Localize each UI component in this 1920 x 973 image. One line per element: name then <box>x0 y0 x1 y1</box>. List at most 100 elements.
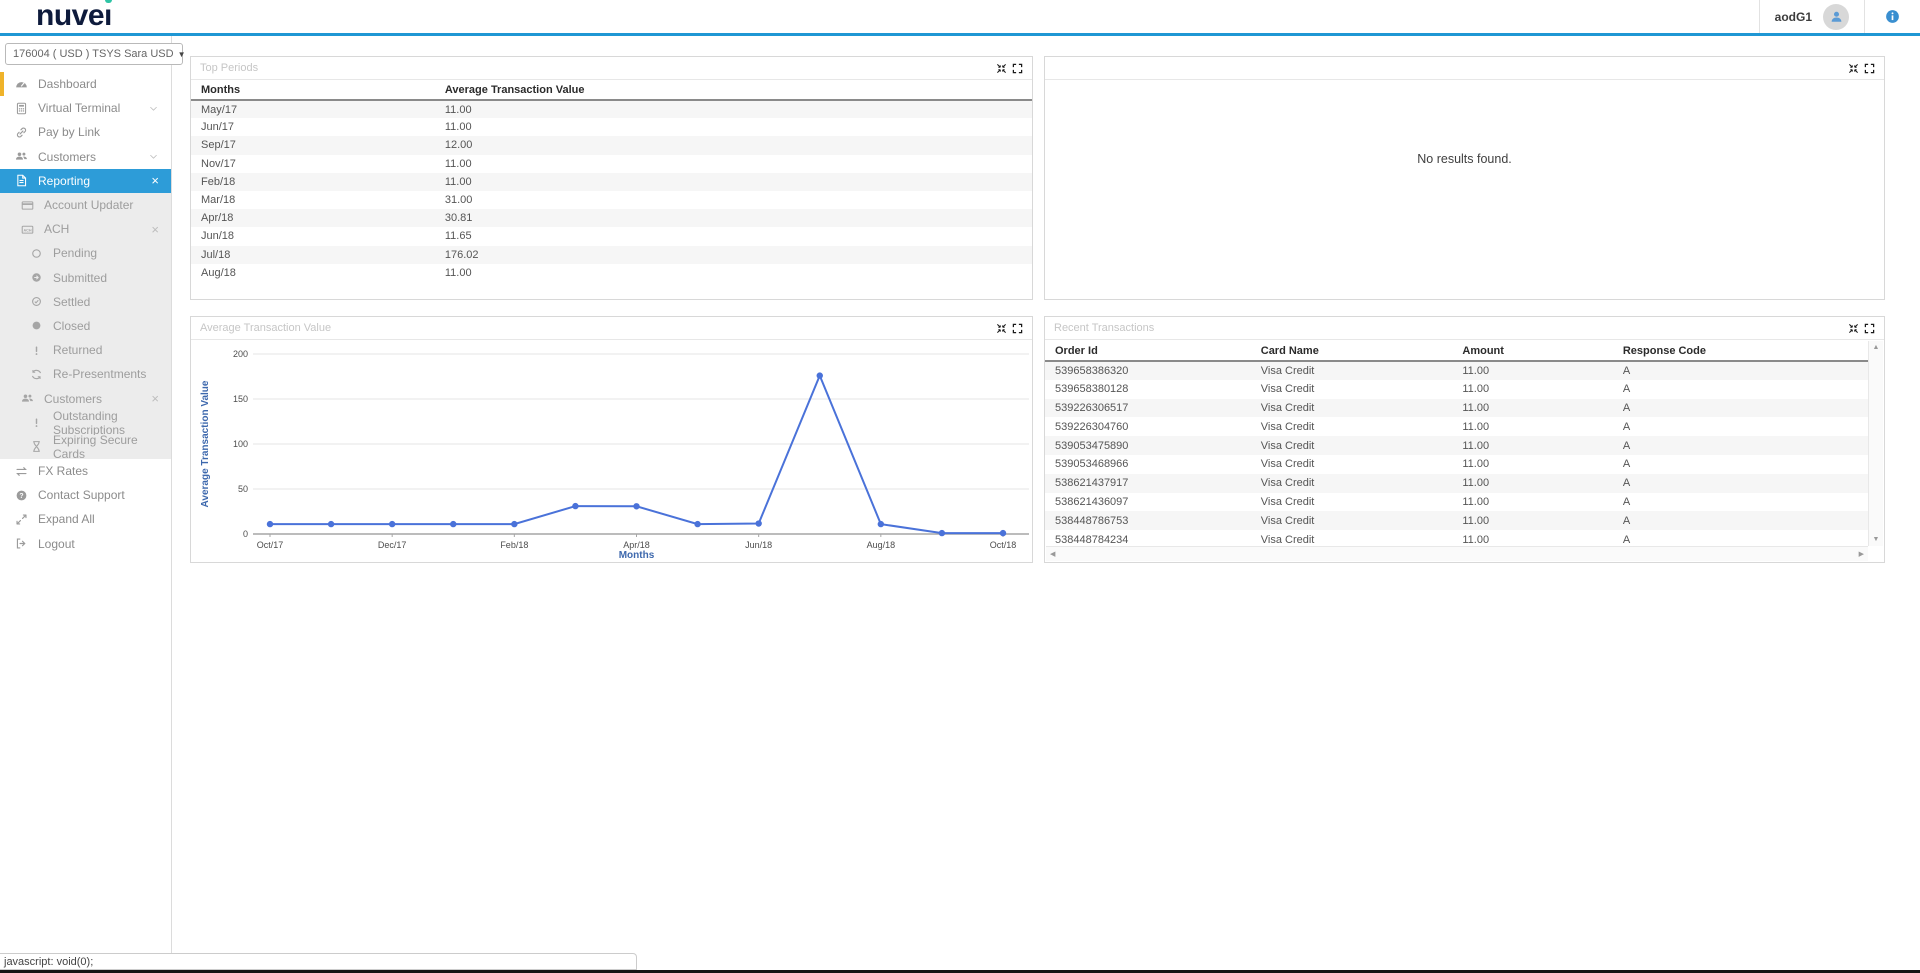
panel-header-icons <box>996 63 1023 74</box>
cell: A <box>1613 417 1868 436</box>
collapse-icon[interactable] <box>996 63 1007 74</box>
browser-status-tooltip: javascript: void(0); <box>0 953 637 970</box>
close-icon[interactable]: × <box>151 174 159 187</box>
scroll-up-icon[interactable]: ▲ <box>1873 344 1880 351</box>
sidebar-item-returned[interactable]: Returned <box>0 338 171 362</box>
table-row[interactable]: 539658380128Visa Credit11.00A <box>1045 380 1868 399</box>
cell: A <box>1613 511 1868 530</box>
reporting-icon <box>13 174 29 187</box>
sidebar-item-closed[interactable]: Closed <box>0 314 171 338</box>
cell: 11.00 <box>1452 493 1612 512</box>
sidebar-item-virtual-terminal[interactable]: Virtual Terminal <box>0 96 171 120</box>
cell: 11.65 <box>435 227 1032 245</box>
cell: Visa Credit <box>1251 380 1453 399</box>
sidebar-item-pending[interactable]: Pending <box>0 241 171 265</box>
sidebar-item-logout[interactable]: Logout <box>0 532 171 556</box>
table-row[interactable]: 539658386320Visa Credit11.00A <box>1045 361 1868 380</box>
sidebar-item-fx-rates[interactable]: FX Rates <box>0 459 171 483</box>
panel-header-icons <box>1848 63 1875 74</box>
info-button[interactable] <box>1865 0 1920 33</box>
scroll-right-icon[interactable]: ▶ <box>1859 550 1864 558</box>
top-periods-table: MonthsAverage Transaction Value May/1711… <box>191 80 1032 282</box>
table-row: Sep/1712.00 <box>191 136 1032 154</box>
cell: 176.02 <box>435 246 1032 264</box>
cell: Visa Credit <box>1251 511 1453 530</box>
collapse-icon[interactable] <box>1848 323 1859 334</box>
cell: 539226306517 <box>1045 399 1251 418</box>
top-periods-panel: Top Periods MonthsAverage Transaction Va… <box>190 56 1033 300</box>
sidebar-item-label: Customers <box>38 150 96 164</box>
table-row[interactable]: 539226304760Visa Credit11.00A <box>1045 417 1868 436</box>
cell: 539658386320 <box>1045 361 1251 380</box>
table-row[interactable]: 538621437917Visa Credit11.00A <box>1045 474 1868 493</box>
cell: Apr/18 <box>191 209 435 227</box>
sidebar-item-settled[interactable]: Settled <box>0 290 171 314</box>
sidebar-item-label: Submitted <box>53 271 107 285</box>
svg-text:0: 0 <box>243 529 248 539</box>
cell: Visa Credit <box>1251 493 1453 512</box>
sidebar-item-customers[interactable]: Customers × <box>0 386 171 410</box>
expand-icon[interactable] <box>1012 63 1023 74</box>
expiring-secure-cards-icon <box>28 440 44 453</box>
sidebar-item-expand-all[interactable]: Expand All <box>0 507 171 531</box>
cell: 539053475890 <box>1045 436 1251 455</box>
table-row[interactable]: 539226306517Visa Credit11.00A <box>1045 399 1868 418</box>
table-row[interactable]: 539053475890Visa Credit11.00A <box>1045 436 1868 455</box>
sidebar-item-reporting[interactable]: Reporting× <box>0 169 171 193</box>
cell: 11.00 <box>435 264 1032 282</box>
merchant-select[interactable]: 176004 ( USD ) TSYS Sara USD ▼ <box>5 43 183 65</box>
sidebar-item-label: Account Updater <box>44 198 133 212</box>
sidebar-item-label: Virtual Terminal <box>38 101 120 115</box>
empty-results-panel: No results found. <box>1044 56 1885 300</box>
svg-text:Months: Months <box>619 550 655 561</box>
chevron-down-icon[interactable] <box>148 103 159 114</box>
scroll-down-icon[interactable]: ▼ <box>1873 536 1880 543</box>
horizontal-scrollbar[interactable]: ◀ ▶ <box>1046 546 1868 561</box>
sidebar-item-account-updater[interactable]: Account Updater <box>0 193 171 217</box>
cell: 538448786753 <box>1045 511 1251 530</box>
sidebar-item-label: Settled <box>53 295 90 309</box>
expand-icon[interactable] <box>1012 323 1023 334</box>
panel-header: Recent Transactions <box>1045 317 1884 340</box>
close-icon[interactable]: × <box>151 392 159 405</box>
logout-icon <box>13 537 29 550</box>
cell: 538621436097 <box>1045 493 1251 512</box>
table-row[interactable]: 539053468966Visa Credit11.00A <box>1045 455 1868 474</box>
sidebar-item-ach[interactable]: ACHACH× <box>0 217 171 241</box>
vertical-scrollbar[interactable]: ▲ ▼ <box>1868 341 1883 546</box>
ach-icon: ACH <box>19 223 35 236</box>
caret-down-icon: ▼ <box>178 50 186 59</box>
sidebar-item-pay-by-link[interactable]: Pay by Link <box>0 120 171 144</box>
expand-icon[interactable] <box>1864 323 1875 334</box>
cell: A <box>1613 399 1868 418</box>
sidebar-item-label: Dashboard <box>38 77 97 91</box>
panel-header: Top Periods <box>191 57 1032 80</box>
chevron-down-icon[interactable] <box>148 151 159 162</box>
collapse-icon[interactable] <box>996 323 1007 334</box>
sidebar-item-submitted[interactable]: Submitted <box>0 266 171 290</box>
collapse-icon[interactable] <box>1848 63 1859 74</box>
virtual-terminal-icon <box>13 102 29 115</box>
sidebar-item-label: Customers <box>44 392 102 406</box>
sidebar-item-dashboard[interactable]: Dashboard <box>0 72 171 96</box>
table-row[interactable]: 538448784234Visa Credit11.00A <box>1045 530 1868 546</box>
expand-all-icon <box>13 513 29 526</box>
expand-icon[interactable] <box>1864 63 1875 74</box>
recent-transactions-table-wrap: Order IdCard NameAmountResponse Code 539… <box>1045 341 1868 546</box>
table-row[interactable]: 538621436097Visa Credit11.00A <box>1045 493 1868 512</box>
topbar-right: aodG1 <box>1759 0 1920 33</box>
cell: 11.00 <box>1452 530 1612 546</box>
sidebar-item-expiring-secure-cards[interactable]: Expiring Secure Cards <box>0 435 171 459</box>
table-row: Jul/18176.02 <box>191 246 1032 264</box>
sidebar-item-customers[interactable]: Customers <box>0 145 171 169</box>
cell: Jun/18 <box>191 227 435 245</box>
sidebar-item-outstanding-subscriptions[interactable]: Outstanding Subscriptions <box>0 411 171 435</box>
table-row: Nov/1711.00 <box>191 155 1032 173</box>
sidebar-item-re-presentments[interactable]: Re-Presentments <box>0 362 171 386</box>
scroll-left-icon[interactable]: ◀ <box>1050 550 1055 558</box>
sidebar-item-contact-support[interactable]: ?Contact Support <box>0 483 171 507</box>
user-menu-button[interactable]: aodG1 <box>1760 0 1864 33</box>
closed-icon <box>28 319 44 332</box>
table-row[interactable]: 538448786753Visa Credit11.00A <box>1045 511 1868 530</box>
close-icon[interactable]: × <box>151 223 159 236</box>
